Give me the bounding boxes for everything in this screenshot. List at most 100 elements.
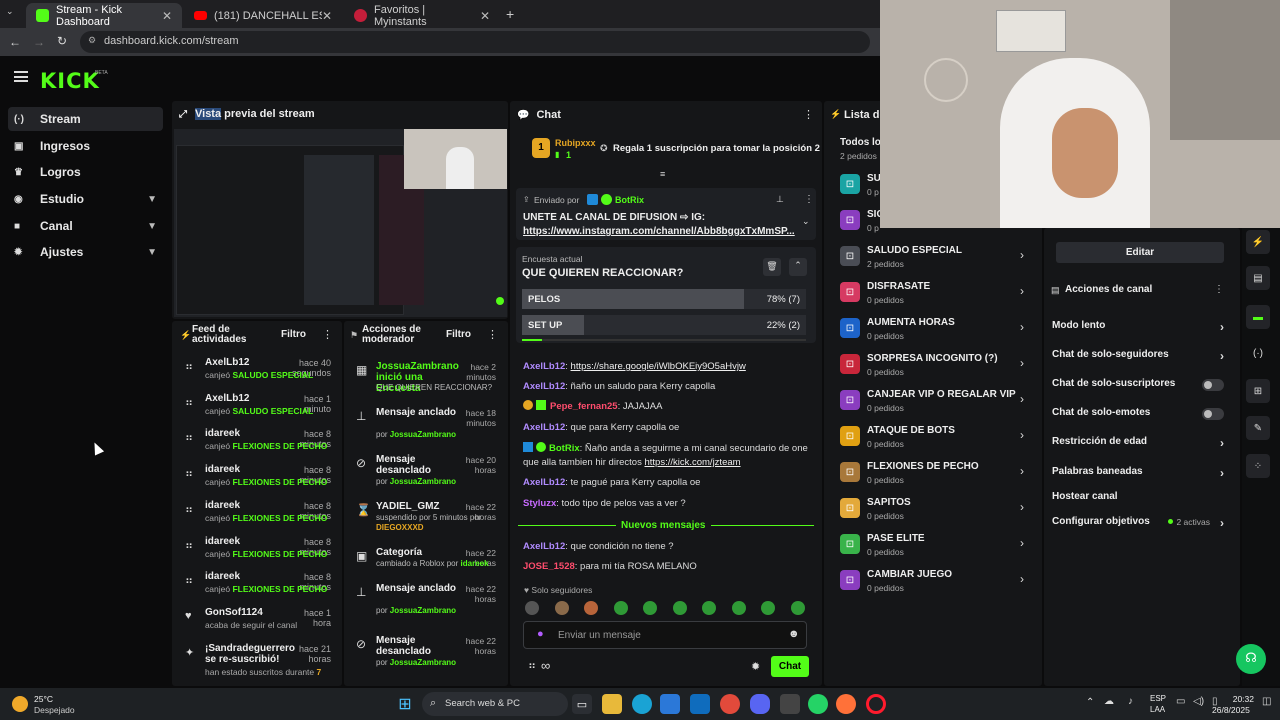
feed-user[interactable]: idareek: [205, 500, 293, 511]
pin-icon[interactable]: ⚡: [180, 330, 191, 341]
chat-link[interactable]: https://kick.com/jzteam: [644, 457, 740, 468]
nodes-icon[interactable]: ⁘: [1246, 454, 1270, 478]
feed-user[interactable]: idareek: [205, 428, 293, 439]
reward-item[interactable]: ⊡ DISFRASATE 0 pedidos ›: [840, 279, 1030, 309]
feed-user[interactable]: idareek: [205, 571, 293, 582]
wrench-icon[interactable]: ✎: [1246, 416, 1270, 440]
feed-filter-button[interactable]: Filtro: [281, 329, 306, 340]
chat-message[interactable]: Styluzx: todo tipo de pelos vas a ver ?: [523, 497, 813, 511]
poll-option[interactable]: PELOS 78% (7): [522, 289, 806, 309]
pinned-link[interactable]: https://www.instagram.com/channel/Abb8bg…: [523, 226, 795, 237]
feed-item[interactable]: ⠶ idareek hace 8 minutos canjeó FLEXIONES D…: [172, 496, 342, 530]
chevron-right-icon[interactable]: ›: [1220, 516, 1224, 530]
chevron-right-icon[interactable]: ›: [1020, 392, 1024, 406]
forward-arrow-icon[interactable]: →: [33, 35, 45, 49]
address-bar[interactable]: ⚙ dashboard.kick.com/stream: [80, 31, 870, 53]
support-chat-button[interactable]: ☊: [1236, 644, 1266, 674]
chat-message[interactable]: Pepe_fernan25: JAJAJAA: [523, 400, 813, 414]
chat-message[interactable]: AxelLb12: que condición no tiene ?: [523, 540, 813, 554]
sidebar-item-canal[interactable]: ■ Canal ▼: [8, 214, 163, 238]
chevron-down-icon[interactable]: ▼: [147, 247, 157, 258]
feed-user[interactable]: AxelLb12: [205, 393, 293, 404]
chevron-right-icon[interactable]: ›: [1020, 500, 1024, 514]
whatsapp-icon[interactable]: [808, 694, 828, 714]
chat-message[interactable]: JOSE_1528: para mi tía ROSA MELANO: [523, 560, 813, 574]
chevron-down-icon[interactable]: ▼: [147, 221, 157, 232]
chevron-right-icon[interactable]: ›: [1220, 320, 1224, 334]
tab-list-button[interactable]: ⌄: [6, 6, 20, 20]
toggle-switch[interactable]: [1202, 379, 1224, 391]
layout-icon[interactable]: ⊞: [1246, 379, 1270, 403]
volume-icon[interactable]: ◁): [1193, 696, 1204, 707]
taskbar-search[interactable]: ⌕ Search web & PC: [422, 692, 568, 716]
pin-icon[interactable]: ⊥: [776, 194, 784, 205]
opera-icon[interactable]: [866, 694, 886, 714]
app-icon[interactable]: [780, 694, 800, 714]
chat-username[interactable]: AxelLb12: [523, 541, 565, 552]
delete-poll-icon[interactable]: 🗑: [763, 258, 781, 276]
gift-leaderboard[interactable]: 1 Rubipxxx 1 ▮ Regala 1 suscripción para…: [510, 131, 822, 167]
task-view-icon[interactable]: ▭: [572, 694, 592, 714]
chat-message[interactable]: AxelLb12: te pagué para Kerry capolla oe: [523, 476, 813, 490]
reward-item[interactable]: ⊡ CAMBIAR JUEGO 0 pedidos ›: [840, 567, 1030, 597]
chat-message[interactable]: AxelLb12: ñaño un saludo para Kerry capo…: [523, 380, 813, 394]
chat-username[interactable]: AxelLb12: [523, 381, 565, 392]
tab-kick-dashboard[interactable]: Stream - Kick Dashboard ✕: [26, 3, 182, 28]
chat-link[interactable]: https://share.google/iWlbOKEiy9O5aHvjw: [571, 361, 746, 372]
reward-item[interactable]: ⊡ FLEXIONES DE PECHO 0 pedidos ›: [840, 459, 1030, 489]
feed-item[interactable]: ⠶ idareek hace 8 minutos canjeó FLEXIONES D…: [172, 532, 342, 566]
cloud-icon[interactable]: ☁: [1104, 696, 1114, 707]
reward-item[interactable]: ⊡ SAPITOS 0 pedidos ›: [840, 495, 1030, 525]
points-icon[interactable]: ⠶: [528, 659, 536, 672]
kebab-menu-icon[interactable]: ⋮: [1214, 284, 1224, 295]
hamburger-menu-icon[interactable]: [14, 71, 28, 82]
feed-item[interactable]: ✦ ¡Sandradeguerrero se re-suscribió! hace …: [172, 639, 342, 677]
chevron-right-icon[interactable]: ›: [1020, 428, 1024, 442]
channel-setting[interactable]: Palabras baneadas ›: [1052, 466, 1228, 486]
new-tab-button[interactable]: +: [506, 6, 514, 22]
sidebar-item-ajustes[interactable]: ✹ Ajustes ▼: [8, 240, 163, 264]
channel-setting[interactable]: Modo lento ›: [1052, 320, 1228, 340]
mod-action-item[interactable]: ⊥ Mensaje anclado hace 22 horas por JossuaZ…: [344, 583, 508, 627]
emote-icon[interactable]: [554, 601, 569, 615]
windows-start-icon[interactable]: ⊞: [395, 694, 415, 714]
feed-user[interactable]: ¡Sandradeguerrero se re-suscribió!: [205, 643, 295, 665]
poll-option[interactable]: SET UP 22% (2): [522, 315, 806, 335]
chat-username[interactable]: Pepe_fernan25: [550, 401, 618, 412]
site-info-icon[interactable]: ⚙: [88, 35, 96, 46]
input-lang-1[interactable]: ESP: [1150, 694, 1166, 703]
microphone-icon[interactable]: ●: [537, 628, 544, 640]
chat-bubble-icon[interactable]: ▬: [1246, 305, 1270, 329]
pinned-message[interactable]: Enviado por ⇪ BotRix ⊥ ⋮ UNETE AL CANAL …: [516, 188, 816, 240]
edit-button[interactable]: Editar: [1056, 242, 1224, 263]
sidebar-item-logros[interactable]: ♛ Logros: [8, 160, 163, 184]
weather-icon[interactable]: [12, 696, 28, 712]
chevron-right-icon[interactable]: ›: [1220, 466, 1224, 480]
chat-username[interactable]: BotRix: [549, 443, 580, 454]
kebab-menu-icon[interactable]: ⋮: [803, 108, 814, 121]
new-messages-label[interactable]: Nuevos mensajes: [616, 520, 711, 531]
firefox-icon[interactable]: [836, 694, 856, 714]
emote-icon[interactable]: [672, 601, 687, 615]
mod-action-item[interactable]: ⊥ Mensaje anclado hace 18 minutos por Jossu…: [344, 407, 508, 451]
emote-icon[interactable]: [643, 601, 657, 615]
mic-tray-icon[interactable]: ♪: [1128, 696, 1133, 707]
reward-item[interactable]: ⊡ SORPRESA INCOGNITO (?) 0 pedidos ›: [840, 351, 1030, 381]
feed-item[interactable]: ⠶ idareek hace 8 minutos canjeó FLEXIONES D…: [172, 567, 342, 601]
sidebar-item-estudio[interactable]: ◉ Estudio ▼: [8, 187, 163, 211]
channel-setting[interactable]: Chat de solo-seguidores ›: [1052, 349, 1228, 369]
close-tab-icon[interactable]: ✕: [480, 9, 490, 23]
close-tab-icon[interactable]: ✕: [162, 9, 172, 23]
stream-preview-video[interactable]: [174, 129, 507, 317]
kebab-menu-icon[interactable]: ⋮: [487, 328, 498, 341]
emote-icon[interactable]: [584, 601, 598, 615]
expand-icon[interactable]: ⤢: [179, 109, 187, 120]
quick-action-lightning-icon[interactable]: ⚡: [1246, 230, 1270, 254]
feed-user[interactable]: GonSof1124: [205, 607, 293, 618]
reward-item[interactable]: ⊡ AUMENTA HORAS 0 pedidos ›: [840, 315, 1030, 345]
broadcast-icon[interactable]: (·): [1246, 341, 1270, 365]
chat-username[interactable]: JOSE_1528: [523, 561, 575, 572]
store-icon[interactable]: [660, 694, 680, 714]
chevron-right-icon[interactable]: ›: [1020, 248, 1024, 262]
emote-icon[interactable]: [790, 601, 805, 615]
